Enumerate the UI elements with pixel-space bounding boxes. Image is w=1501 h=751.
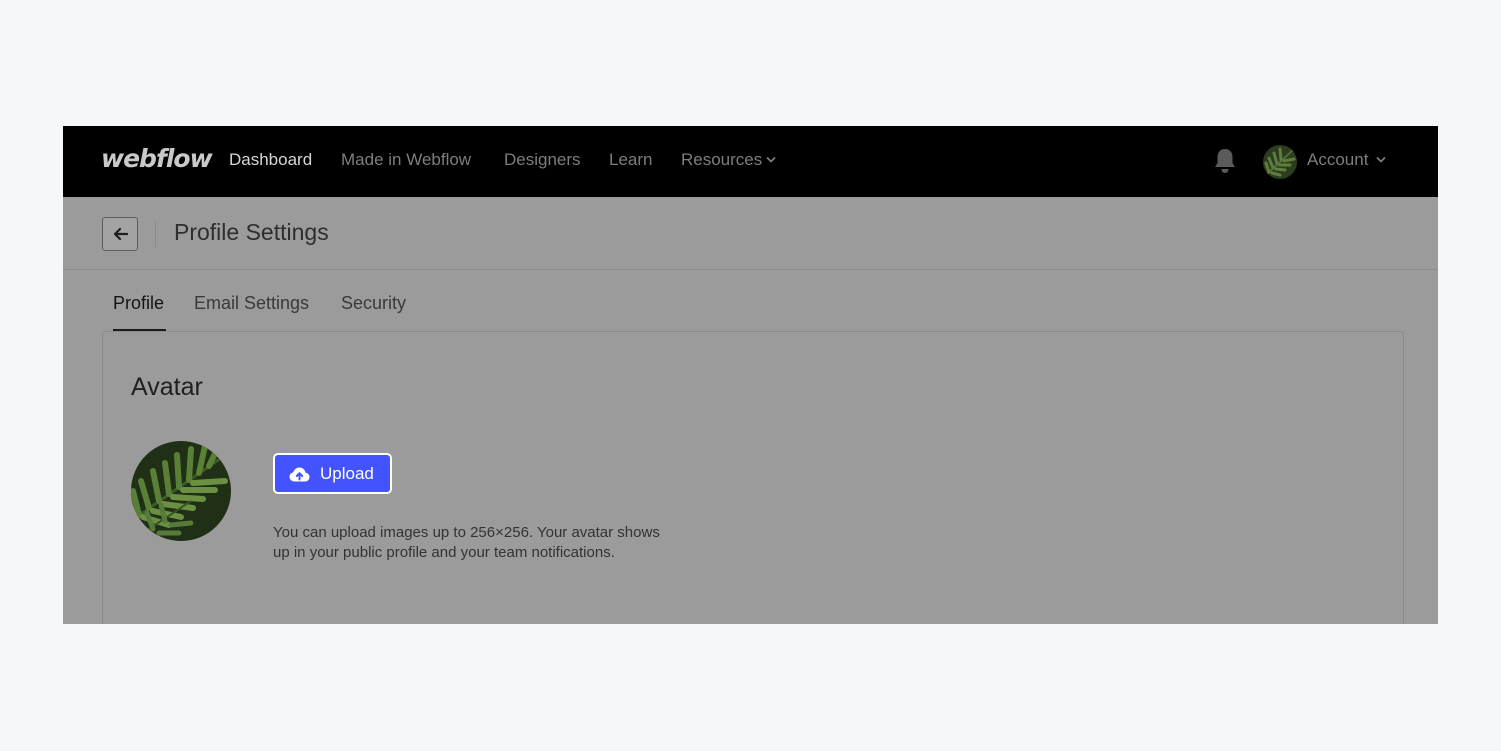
- account-avatar[interactable]: [1263, 145, 1297, 179]
- chevron-down-icon: [1376, 156, 1387, 163]
- chevron-down-icon: [766, 156, 776, 163]
- tab-profile[interactable]: Profile: [113, 293, 164, 314]
- app-frame: webflow Dashboard Made in Webflow Design…: [63, 126, 1438, 624]
- header-divider: [155, 221, 156, 247]
- avatar-preview: [131, 441, 231, 541]
- header-separator: [63, 269, 1438, 270]
- tab-security[interactable]: Security: [341, 293, 406, 314]
- section-title: Avatar: [131, 373, 203, 401]
- account-label: Account: [1307, 150, 1369, 169]
- account-menu[interactable]: Account: [1307, 150, 1387, 170]
- upload-button-label: Upload: [320, 464, 374, 483]
- bell-icon[interactable]: [1212, 147, 1238, 175]
- cloud-upload-icon: [289, 467, 310, 482]
- upload-help-text: You can upload images up to 256×256. You…: [273, 524, 660, 561]
- tab-email-settings[interactable]: Email Settings: [194, 293, 309, 314]
- webflow-logo[interactable]: webflow: [101, 144, 213, 173]
- fern-avatar-image: [1263, 145, 1297, 179]
- nav-item-made-in-webflow[interactable]: Made in Webflow: [341, 150, 471, 170]
- nav-item-resources[interactable]: Resources: [681, 150, 776, 170]
- nav-item-designers[interactable]: Designers: [504, 150, 581, 170]
- arrow-left-icon: [113, 227, 128, 241]
- avatar-card: Avatar Upload You can upload images up t…: [102, 331, 1404, 624]
- back-button[interactable]: [102, 217, 138, 251]
- nav-item-dashboard[interactable]: Dashboard: [229, 150, 312, 170]
- top-nav: webflow Dashboard Made in Webflow Design…: [63, 126, 1438, 197]
- upload-button[interactable]: Upload: [273, 453, 392, 494]
- page-title: Profile Settings: [174, 219, 329, 245]
- nav-item-resources-label: Resources: [681, 150, 763, 169]
- nav-item-learn[interactable]: Learn: [609, 150, 652, 170]
- fern-avatar-image: [131, 441, 231, 541]
